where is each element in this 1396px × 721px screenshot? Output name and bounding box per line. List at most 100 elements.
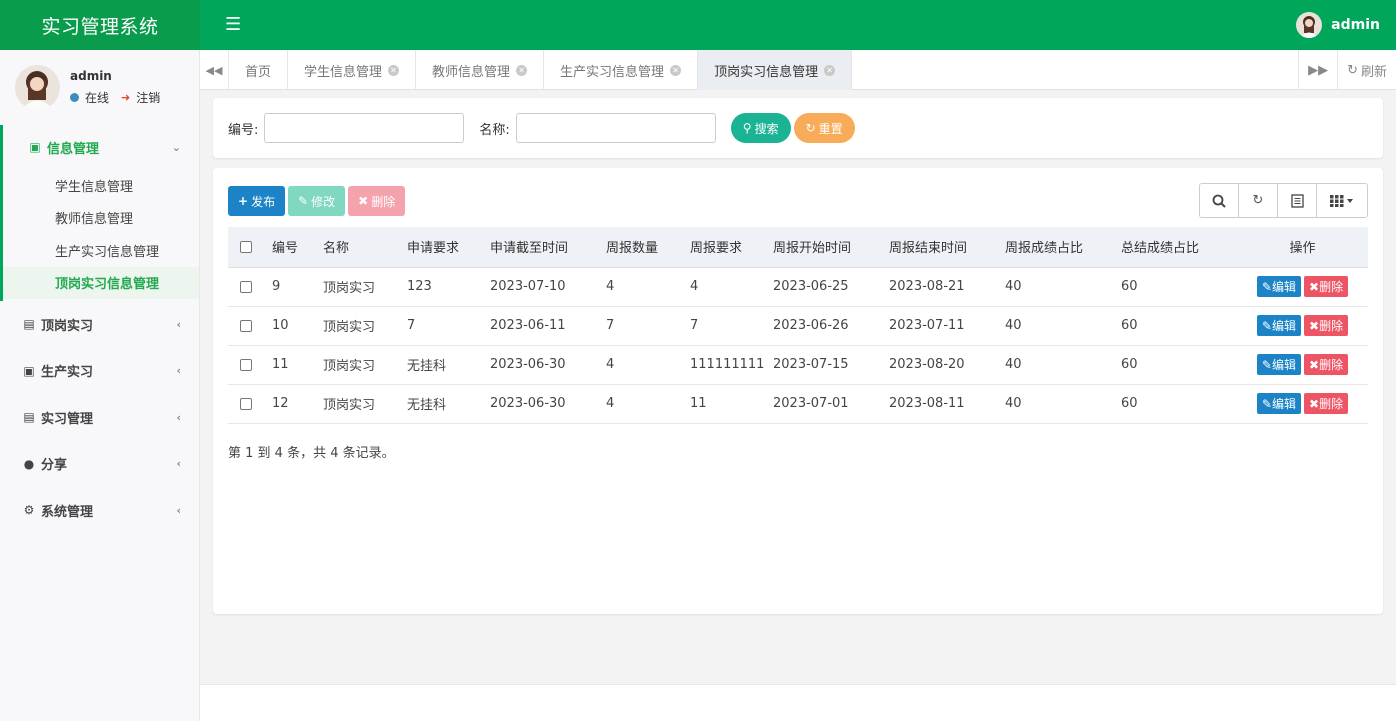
column-header[interactable]: 申请截至时间 <box>486 227 602 268</box>
sidebar-item-post-internship[interactable]: 顶岗实习信息管理 <box>3 266 199 299</box>
menu-item-post-internship[interactable]: ▤ 顶岗实习 ‹ <box>0 301 199 348</box>
row-checkbox[interactable] <box>240 358 252 371</box>
logout-link[interactable]: 注销 <box>136 89 160 106</box>
id-badge-icon: ▣ <box>23 363 35 378</box>
menu-item-share[interactable]: ● 分享 ‹ <box>0 441 199 488</box>
table-cell: 无挂科 <box>403 384 486 424</box>
table-cell: 无挂科 <box>403 345 486 385</box>
row-delete-button[interactable]: ✖ 删除 <box>1304 276 1349 297</box>
edit-icon: ✎ <box>1261 318 1272 333</box>
menu-label: 顶岗实习 <box>41 318 94 334</box>
column-header: 操作 <box>1233 227 1368 268</box>
column-header[interactable]: 周报要求 <box>686 227 769 268</box>
table-row[interactable]: 12 顶岗实习 无挂科 2023-06-30 4 11 2023-07-01 2023-08-… <box>228 384 1368 424</box>
sidebar-item-teacher-info[interactable]: 教师信息管理 <box>3 202 199 235</box>
table-row[interactable]: 9 顶岗实习 123 2023-07-10 4 4 2023-06-25 2023-08-21… <box>228 267 1368 307</box>
chevron-left-icon: ‹ <box>176 503 181 517</box>
search-toggle-icon[interactable] <box>1200 184 1239 217</box>
row-edit-label: 编辑 <box>1271 397 1296 411</box>
top-user-menu[interactable]: admin <box>1296 12 1380 38</box>
search-button-label: 搜索 <box>754 121 779 136</box>
row-checkbox[interactable] <box>240 397 252 410</box>
row-delete-button[interactable]: ✖ 删除 <box>1304 315 1349 336</box>
table-cell: 111111111 <box>686 345 769 385</box>
column-header[interactable]: 周报结束时间 <box>885 227 1001 268</box>
close-icon[interactable]: ✕ <box>670 64 682 76</box>
menu-label: 系统管理 <box>41 504 94 520</box>
chevron-left-icon: ‹ <box>176 364 181 378</box>
menu-item-info-management[interactable]: ▣ 信息管理 ⌄ <box>3 125 199 169</box>
page-tabs: ◀◀ 首页 学生信息管理 ✕ 教师信息管理 ✕ 生产实习信息管理 ✕ 顶岗实习信息管理… <box>200 50 1396 90</box>
column-header[interactable]: 周报数量 <box>602 227 686 268</box>
column-header[interactable]: 名称 <box>319 227 403 268</box>
close-icon[interactable]: ✕ <box>516 64 528 76</box>
bars-icon[interactable]: ☰ <box>225 16 241 34</box>
column-header[interactable]: 申请要求 <box>403 227 486 268</box>
row-edit-button[interactable]: ✎ 编辑 <box>1256 393 1301 414</box>
table-header-row: 编号 名称 申请要求 申请截至时间 周报数量 周报要求 周报开始时间 周报结束时… <box>228 227 1368 268</box>
tab-student-info[interactable]: 学生信息管理 ✕ <box>288 50 417 90</box>
refresh-label: 刷新 <box>1360 64 1387 80</box>
delete-button[interactable]: ✖ 删除 <box>348 186 406 216</box>
tab-label: 教师信息管理 <box>432 64 511 80</box>
column-header[interactable]: 总结成绩占比 <box>1117 227 1233 268</box>
sidebar-item-student-info[interactable]: 学生信息管理 <box>3 169 199 202</box>
sidebar-item-production-internship[interactable]: 生产实习信息管理 <box>3 234 199 267</box>
table-cell: 60 <box>1117 267 1233 307</box>
sign-out-icon: ➜ <box>121 91 131 104</box>
edit-button-label: 修改 <box>311 194 336 209</box>
row-delete-button[interactable]: ✖ 删除 <box>1304 393 1349 414</box>
row-edit-label: 编辑 <box>1271 280 1296 294</box>
table-cell: 40 <box>1001 267 1117 307</box>
table-cell: 4 <box>602 384 686 424</box>
row-checkbox[interactable] <box>240 319 252 332</box>
search-form: 编号: 名称: ⚲ 搜索 ↻ 重置 <box>213 98 1383 158</box>
tab-production-internship[interactable]: 生产实习信息管理 ✕ <box>544 50 699 90</box>
refresh-tab-button[interactable]: ↻ 刷新 <box>1337 50 1396 90</box>
tab-post-internship[interactable]: 顶岗实习信息管理 ✕ <box>698 50 853 90</box>
comment-icon: ● <box>23 456 35 471</box>
tabs-backward-icon[interactable]: ◀◀ <box>200 50 229 90</box>
menu-item-production-internship[interactable]: ▣ 生产实习 ‹ <box>0 348 199 395</box>
row-delete-button[interactable]: ✖ 删除 <box>1304 354 1349 375</box>
table-cell: 60 <box>1117 384 1233 424</box>
number-input[interactable] <box>264 113 465 143</box>
add-button[interactable]: + 发布 <box>228 186 286 216</box>
close-icon[interactable]: ✕ <box>388 64 400 76</box>
list-view-icon[interactable] <box>1278 184 1317 217</box>
search-button[interactable]: ⚲ 搜索 <box>730 113 791 143</box>
plus-icon: + <box>238 194 249 208</box>
column-header[interactable]: 周报成绩占比 <box>1001 227 1117 268</box>
name-input[interactable] <box>515 113 716 143</box>
refresh-icon[interactable]: ↻ <box>1239 184 1278 217</box>
row-edit-button[interactable]: ✎ 编辑 <box>1256 354 1301 375</box>
edit-button[interactable]: ✎ 修改 <box>288 186 346 216</box>
menu-label: 生产实习 <box>41 365 94 381</box>
reset-button[interactable]: ↻ 重置 <box>793 113 855 143</box>
row-checkbox[interactable] <box>240 280 252 293</box>
number-label: 编号: <box>228 122 259 138</box>
avatar <box>1296 12 1323 38</box>
column-header[interactable]: 周报开始时间 <box>769 227 885 268</box>
row-edit-button[interactable]: ✎ 编辑 <box>1256 315 1301 336</box>
tab-home[interactable]: 首页 <box>229 50 289 90</box>
tab-teacher-info[interactable]: 教师信息管理 ✕ <box>416 50 545 90</box>
table-cell: 2023-08-20 <box>885 345 1001 385</box>
row-edit-label: 编辑 <box>1271 319 1296 333</box>
table-cell: 40 <box>1001 345 1117 385</box>
menu-group-share: ● 分享 ‹ <box>0 441 199 488</box>
refresh-icon: ↻ <box>1347 62 1358 78</box>
row-edit-button[interactable]: ✎ 编辑 <box>1256 276 1301 297</box>
menu-item-system-management[interactable]: ⚙ 系统管理 ‹ <box>0 487 199 534</box>
menu-item-internship-management[interactable]: ▤ 实习管理 ‹ <box>0 394 199 441</box>
table-row[interactable]: 10 顶岗实习 7 2023-06-11 7 7 2023-06-26 2023-07-11 4… <box>228 306 1368 346</box>
columns-toggle-icon[interactable] <box>1317 184 1367 217</box>
tabs-forward-icon[interactable]: ▶▶ <box>1298 50 1337 90</box>
select-all-checkbox[interactable] <box>240 240 252 253</box>
table-cell: 2023-08-11 <box>885 384 1001 424</box>
table-row[interactable]: 11 顶岗实习 无挂科 2023-06-30 4 111111111 2023-07-15 2… <box>228 345 1368 385</box>
edit-icon: ✎ <box>1261 279 1272 294</box>
table-cell: 2023-06-26 <box>769 306 885 346</box>
close-icon[interactable]: ✕ <box>824 64 836 76</box>
column-header[interactable]: 编号 <box>268 227 319 268</box>
